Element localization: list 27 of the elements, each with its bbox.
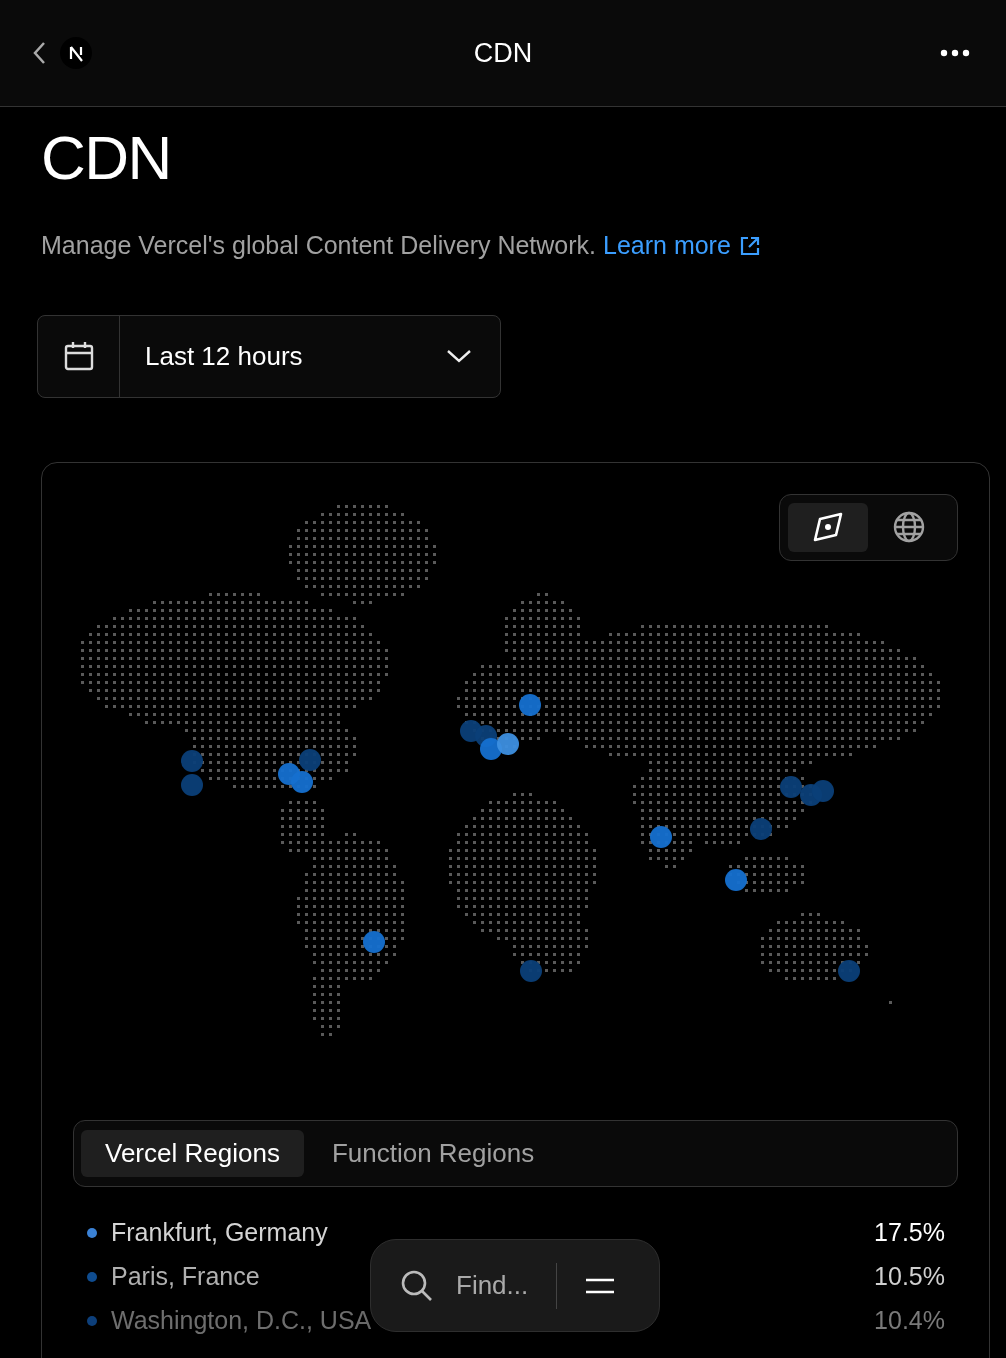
tab[interactable]: Function Regions xyxy=(307,1129,559,1177)
region-share: 10.5% xyxy=(874,1260,945,1292)
globe-icon xyxy=(893,511,926,543)
logo-icon xyxy=(60,37,92,69)
time-range-select[interactable]: Last 12 hours xyxy=(37,314,501,398)
calendar-icon xyxy=(62,340,95,372)
more-icon xyxy=(940,49,970,57)
heading: CDN xyxy=(41,127,172,189)
region-share: 10.4% xyxy=(874,1304,945,1336)
page-title: CDN xyxy=(473,37,533,68)
map-view-button[interactable] xyxy=(788,502,868,552)
external-link-icon xyxy=(738,234,761,257)
back-icon xyxy=(32,40,48,66)
region-name: Paris, France xyxy=(111,1260,260,1292)
tab[interactable]: Vercel Regions xyxy=(81,1129,304,1177)
back-button[interactable] xyxy=(32,40,48,66)
search-icon xyxy=(400,1268,434,1303)
region-name: Washington, D.C., USA xyxy=(111,1304,372,1336)
learn-more-link[interactable]: Learn more xyxy=(603,227,761,265)
region-share: 17.5% xyxy=(874,1216,945,1248)
search-field[interactable]: Find... xyxy=(456,1266,546,1305)
description: Manage Vercel's global Content Delivery Network. Learn more xyxy=(41,227,965,265)
menu-button[interactable] xyxy=(585,1276,615,1295)
map-icon xyxy=(811,511,844,543)
chevron-down-icon xyxy=(446,348,472,364)
menu-icon xyxy=(585,1276,615,1295)
region-name: Frankfurt, Germany xyxy=(111,1216,328,1248)
